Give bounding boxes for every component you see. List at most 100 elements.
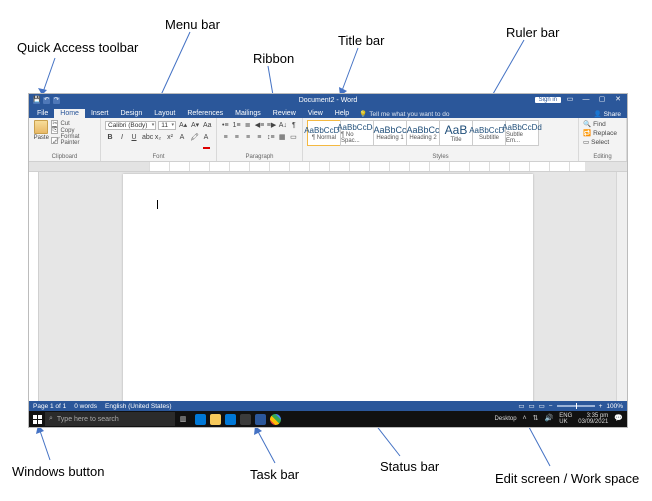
replace-button[interactable]: 🔁Replace bbox=[583, 129, 622, 137]
tab-references[interactable]: References bbox=[181, 109, 229, 118]
ribbon-group-clipboard: Paste ✂Cut ⎘Copy 🖌Format Painter Clipboa… bbox=[29, 118, 101, 161]
multilevel-button[interactable]: ≣ bbox=[244, 120, 252, 130]
style-no-spacing[interactable]: AaBbCcDd¶ No Spac... bbox=[340, 120, 374, 146]
style-heading1[interactable]: AaBbCcHeading 1 bbox=[373, 120, 407, 146]
tab-review[interactable]: Review bbox=[267, 109, 302, 118]
change-case-button[interactable]: Aa bbox=[202, 120, 212, 130]
shading-button[interactable]: ▦ bbox=[278, 132, 287, 142]
ann-task-bar: Task bar bbox=[250, 467, 299, 482]
indent-inc-button[interactable]: ≡▶ bbox=[266, 120, 276, 130]
bulb-icon: 💡 bbox=[359, 110, 367, 118]
close-button[interactable]: ✕ bbox=[611, 94, 625, 106]
view-print-icon[interactable]: ▭ bbox=[528, 402, 534, 410]
copy-button[interactable]: ⎘Copy bbox=[51, 127, 96, 134]
qat-undo-icon[interactable]: ↶ bbox=[43, 97, 50, 104]
windows-start-button[interactable] bbox=[29, 411, 45, 427]
ribbon-group-styles: AaBbCcDd¶ Normal AaBbCcDd¶ No Spac... Aa… bbox=[303, 118, 579, 161]
vertical-scrollbar[interactable] bbox=[616, 172, 627, 401]
style-subtitle[interactable]: AaBbCcDdSubtitle bbox=[472, 120, 506, 146]
search-placeholder: Type here to search bbox=[57, 416, 119, 423]
tray-chevron-icon[interactable]: ˄ bbox=[523, 416, 527, 422]
tab-insert[interactable]: Insert bbox=[85, 109, 115, 118]
zoom-out-button[interactable]: − bbox=[549, 403, 553, 410]
tab-design[interactable]: Design bbox=[114, 109, 148, 118]
tab-mailings[interactable]: Mailings bbox=[229, 109, 267, 118]
status-page[interactable]: Page 1 of 1 bbox=[33, 403, 66, 410]
cut-button[interactable]: ✂Cut bbox=[51, 120, 96, 127]
paste-button[interactable]: Paste bbox=[33, 120, 49, 144]
minimize-button[interactable]: — bbox=[579, 94, 593, 106]
tab-file[interactable]: File bbox=[31, 109, 54, 118]
indent-dec-button[interactable]: ◀≡ bbox=[254, 120, 264, 130]
font-size-select[interactable]: 11 bbox=[158, 121, 176, 130]
status-language[interactable]: English (United States) bbox=[105, 403, 171, 410]
underline-button[interactable]: U bbox=[129, 132, 139, 142]
align-center-button[interactable]: ≡ bbox=[232, 132, 241, 142]
tray-volume-icon[interactable]: 🔊 bbox=[545, 416, 554, 422]
strike-button[interactable]: abc bbox=[141, 132, 151, 142]
format-painter-button[interactable]: 🖌Format Painter bbox=[51, 134, 96, 146]
tab-view[interactable]: View bbox=[302, 109, 329, 118]
group-label-editing: Editing bbox=[583, 154, 622, 160]
share-button[interactable]: 👤 Share bbox=[594, 110, 627, 118]
tab-home[interactable]: Home bbox=[54, 109, 85, 118]
select-button[interactable]: ▭Select bbox=[583, 138, 622, 146]
grow-font-button[interactable]: A▴ bbox=[178, 120, 188, 130]
edge-icon[interactable] bbox=[195, 414, 206, 425]
italic-button[interactable]: I bbox=[117, 132, 127, 142]
line-spacing-button[interactable]: ↕≡ bbox=[266, 132, 276, 142]
mail-icon[interactable] bbox=[225, 414, 236, 425]
qat-save-icon[interactable]: 💾 bbox=[33, 97, 40, 104]
tray-language[interactable]: ENGUK bbox=[559, 413, 572, 425]
view-read-icon[interactable]: ▭ bbox=[518, 402, 524, 410]
action-center-icon[interactable]: 💬 bbox=[614, 416, 623, 422]
tab-layout[interactable]: Layout bbox=[148, 109, 181, 118]
bold-button[interactable]: B bbox=[105, 132, 115, 142]
word-icon[interactable] bbox=[255, 414, 266, 425]
maximize-button[interactable]: ▢ bbox=[595, 94, 609, 106]
find-button[interactable]: 🔍Find bbox=[583, 120, 622, 128]
vertical-ruler[interactable] bbox=[29, 172, 39, 401]
align-right-button[interactable]: ≡ bbox=[243, 132, 252, 142]
borders-button[interactable]: ▭ bbox=[289, 132, 298, 142]
font-name-select[interactable]: Calibri (Body) bbox=[105, 121, 156, 130]
chrome-icon[interactable] bbox=[270, 414, 281, 425]
sort-button[interactable]: A↓ bbox=[278, 120, 288, 130]
shrink-font-button[interactable]: A▾ bbox=[190, 120, 200, 130]
taskbar-search[interactable]: ⌕ Type here to search bbox=[45, 412, 175, 426]
numbering-button[interactable]: 1≡ bbox=[232, 120, 242, 130]
qat-redo-icon[interactable]: ↷ bbox=[53, 97, 60, 104]
tray-network-icon[interactable]: ⇅ bbox=[533, 416, 539, 422]
style-subtle-em[interactable]: AaBbCcDdSubtle Em... bbox=[505, 120, 539, 146]
tab-help[interactable]: Help bbox=[329, 109, 355, 118]
tell-me-search[interactable]: 💡Tell me what you want to do bbox=[359, 110, 449, 118]
style-normal[interactable]: AaBbCcDd¶ Normal bbox=[307, 120, 341, 146]
horizontal-ruler[interactable] bbox=[29, 162, 627, 172]
subscript-button[interactable]: x₂ bbox=[153, 132, 163, 142]
document-page[interactable] bbox=[123, 174, 533, 401]
bullets-button[interactable]: •≡ bbox=[221, 120, 230, 130]
show-marks-button[interactable]: ¶ bbox=[290, 120, 298, 130]
ribbon-options-icon[interactable]: ▭ bbox=[563, 94, 577, 106]
file-explorer-icon[interactable] bbox=[210, 414, 221, 425]
superscript-button[interactable]: x² bbox=[165, 132, 175, 142]
font-color-button[interactable]: A bbox=[201, 132, 211, 142]
text-effects-button[interactable]: A bbox=[177, 132, 187, 142]
group-label-font: Font bbox=[105, 154, 212, 160]
justify-button[interactable]: ≡ bbox=[255, 132, 264, 142]
tray-clock[interactable]: 3:35 pm03/09/2021 bbox=[578, 413, 608, 425]
ann-status-bar: Status bar bbox=[380, 459, 439, 474]
desktop-toolbar[interactable]: Desktop bbox=[495, 416, 517, 422]
task-view-button[interactable]: ▥ bbox=[175, 411, 191, 427]
zoom-in-button[interactable]: + bbox=[599, 403, 603, 410]
style-heading2[interactable]: AaBbCcHeading 2 bbox=[406, 120, 440, 146]
style-title[interactable]: AaBTitle bbox=[439, 120, 473, 146]
sign-in-button[interactable]: Sign in bbox=[535, 97, 561, 103]
zoom-slider[interactable] bbox=[557, 405, 595, 407]
align-left-button[interactable]: ≡ bbox=[221, 132, 230, 142]
store-icon[interactable] bbox=[240, 414, 251, 425]
view-web-icon[interactable]: ▭ bbox=[539, 402, 545, 410]
status-words[interactable]: 0 words bbox=[74, 403, 97, 410]
zoom-level[interactable]: 100% bbox=[606, 403, 623, 410]
highlight-button[interactable]: 🖍 bbox=[189, 132, 199, 142]
